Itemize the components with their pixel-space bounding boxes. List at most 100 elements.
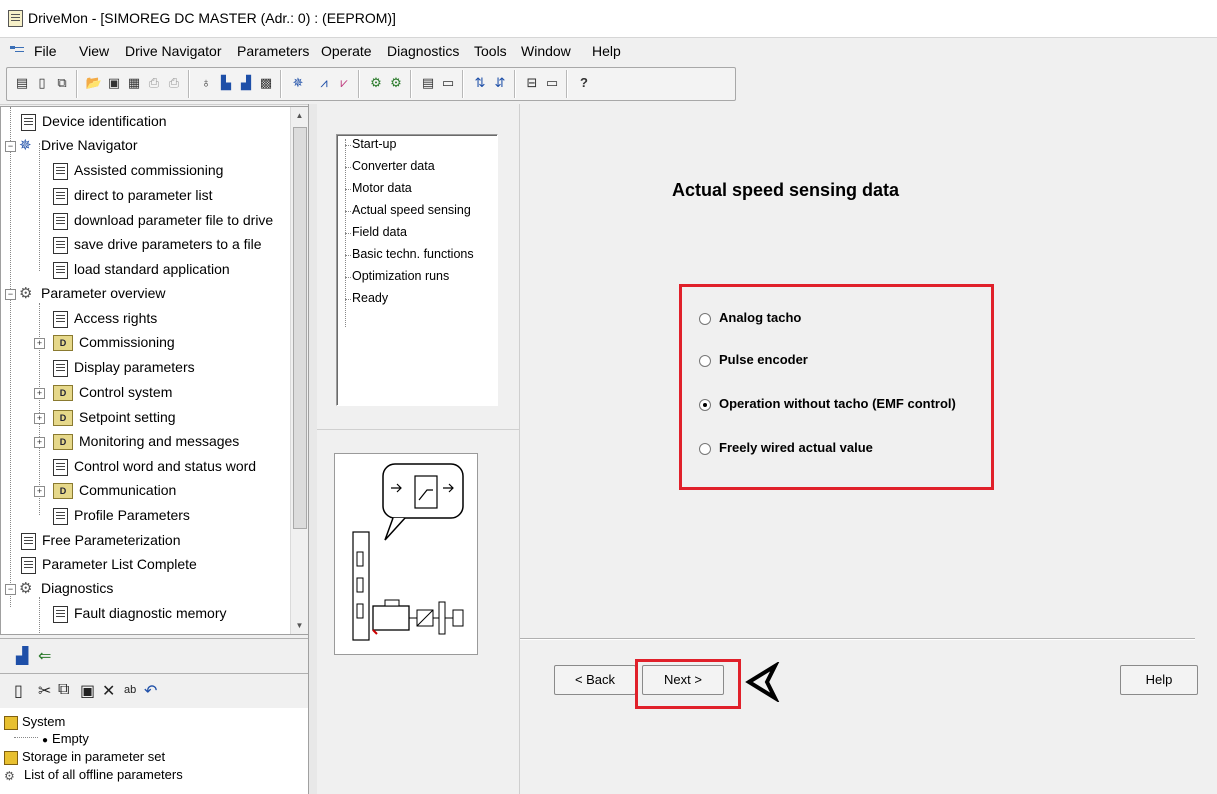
step-item[interactable]: Start-up <box>352 137 396 151</box>
tree-item[interactable]: direct to parameter list <box>53 183 213 207</box>
step-item-current[interactable]: Actual speed sensing <box>352 203 471 217</box>
tree-item[interactable]: D Monitoring and messages <box>53 429 239 453</box>
tree-item[interactable]: Control word and status word <box>53 454 256 478</box>
collapse-icon[interactable]: − <box>5 289 16 300</box>
tree-item[interactable]: Storage in parameter set <box>4 749 165 765</box>
menu-operate[interactable]: Operate <box>321 43 372 59</box>
tree-item[interactable]: Assisted commissioning <box>53 158 223 182</box>
tree-item[interactable]: save drive parameters to a file <box>53 232 262 256</box>
tree-item[interactable]: Parameter List Complete <box>21 552 197 576</box>
step-item[interactable]: Ready <box>352 291 388 305</box>
toolbar-separator <box>410 70 412 98</box>
tree-item[interactable]: download parameter file to drive <box>53 208 273 232</box>
open-folder-icon[interactable]: 📂 <box>84 73 104 93</box>
scroll-up-icon[interactable]: ▲ <box>291 107 308 124</box>
online-icon[interactable]: ▙ <box>216 73 236 93</box>
save-set-icon[interactable]: ▟ <box>16 646 28 666</box>
scroll-thumb[interactable] <box>293 127 307 529</box>
chart-icon[interactable]: ⩗ <box>334 73 354 93</box>
step-item[interactable]: Motor data <box>352 181 412 195</box>
download-icon[interactable]: ⇵ <box>490 73 510 93</box>
radio-button-selected-icon[interactable] <box>699 398 711 411</box>
diagnose2-icon[interactable]: ⚙ <box>386 73 406 93</box>
rename-icon[interactable]: ab <box>124 684 136 696</box>
radio-button-icon[interactable] <box>699 312 711 325</box>
list-icon[interactable]: ▤ <box>12 73 32 93</box>
tree-item[interactable]: D Setpoint setting <box>53 405 176 429</box>
new-icon[interactable]: ▯ <box>32 73 52 93</box>
collapse-icon[interactable]: − <box>5 584 16 595</box>
menu-drive-navigator[interactable]: Drive Navigator <box>125 43 221 59</box>
step-item[interactable]: Converter data <box>352 159 435 173</box>
tree-item[interactable]: ⚙ Diagnostics <box>19 576 113 600</box>
tree-item[interactable]: ✵ Drive Navigator <box>19 133 137 157</box>
expand-icon[interactable]: + <box>34 486 45 497</box>
tree-item[interactable]: ● Empty <box>42 731 89 746</box>
option-pulse-encoder[interactable]: Pulse encoder <box>699 352 808 367</box>
step-item[interactable]: Basic techn. functions <box>352 247 474 261</box>
upload-icon[interactable]: ⇅ <box>470 73 490 93</box>
trace-icon[interactable]: ⩘ <box>314 73 334 93</box>
tile-icon[interactable]: ⊟ <box>522 73 542 93</box>
properties-icon[interactable]: ▦ <box>124 73 144 93</box>
option-without-tacho[interactable]: Operation without tacho (EMF control) <box>699 396 956 411</box>
menu-view[interactable]: View <box>79 43 109 59</box>
undo-icon[interactable]: ↶ <box>144 681 157 701</box>
back-button[interactable]: < Back <box>554 665 636 695</box>
load-set-icon[interactable]: ⇐ <box>38 646 51 666</box>
tree-scrollbar[interactable]: ▲ ▼ <box>290 107 308 634</box>
tree-item[interactable]: System <box>4 714 65 730</box>
tree-item[interactable]: Device identification <box>21 109 167 133</box>
collapse-icon[interactable]: − <box>5 141 16 152</box>
tree-item[interactable]: load standard application <box>53 257 230 281</box>
expand-icon[interactable]: + <box>34 338 45 349</box>
menu-parameters[interactable]: Parameters <box>237 43 309 59</box>
scroll-down-icon[interactable]: ▼ <box>291 617 308 634</box>
copy-page-icon[interactable]: ⧉ <box>52 73 72 93</box>
tree-item[interactable]: Access rights <box>53 306 157 330</box>
expand-icon[interactable]: + <box>34 437 45 448</box>
tree-item[interactable]: ⚙ Parameter overview <box>19 281 166 305</box>
expand-icon[interactable]: + <box>34 413 45 424</box>
menu-help[interactable]: Help <box>592 43 621 59</box>
save-icon[interactable]: ▣ <box>104 73 124 93</box>
print-preview-icon[interactable]: ⎙ <box>164 73 184 93</box>
delete-icon[interactable]: ✕ <box>102 681 115 701</box>
paste-icon[interactable]: ▣ <box>80 681 95 701</box>
menu-diagnostics[interactable]: Diagnostics <box>387 43 459 59</box>
divider <box>317 429 520 430</box>
step-item[interactable]: Optimization runs <box>352 269 449 283</box>
tree-item[interactable]: ⚙ List of all offline parameters <box>4 767 183 784</box>
step-item[interactable]: Field data <box>352 225 407 239</box>
tree-item[interactable]: Profile Parameters <box>53 503 190 527</box>
help-icon[interactable]: ? <box>574 73 594 93</box>
window-icon[interactable]: ▭ <box>438 73 458 93</box>
print-icon[interactable]: ⎙ <box>144 73 164 93</box>
menu-window[interactable]: Window <box>521 43 571 59</box>
new-icon[interactable]: ▯ <box>14 681 23 701</box>
tree-item[interactable]: D Communication <box>53 478 176 502</box>
mdi-window-icon[interactable] <box>10 44 24 56</box>
tree-item[interactable]: D Commissioning <box>53 330 175 354</box>
radio-button-icon[interactable] <box>699 354 711 367</box>
network-icon[interactable]: ▩ <box>256 73 276 93</box>
radio-button-icon[interactable] <box>699 442 711 455</box>
expand-icon[interactable]: + <box>34 388 45 399</box>
menu-file[interactable]: File <box>34 43 57 59</box>
help-button[interactable]: Help <box>1120 665 1198 695</box>
copy-icon[interactable]: ⧉ <box>58 681 69 699</box>
offline-icon[interactable]: ▟ <box>236 73 256 93</box>
menu-tools[interactable]: Tools <box>474 43 507 59</box>
connect-icon[interactable]: ♁ <box>196 73 216 93</box>
diagnose-icon[interactable]: ⚙ <box>366 73 386 93</box>
tree-item[interactable]: Fault diagnostic memory <box>53 601 227 625</box>
tree-item[interactable]: Display parameters <box>53 355 195 379</box>
tree-item[interactable]: Free Parameterization <box>21 528 181 552</box>
option-freely-wired[interactable]: Freely wired actual value <box>699 440 873 455</box>
table-icon[interactable]: ▤ <box>418 73 438 93</box>
drive-navigator-icon[interactable]: ✵ <box>288 73 308 93</box>
tree-item[interactable]: D Control system <box>53 380 172 404</box>
cut-icon[interactable]: ✂ <box>38 681 51 701</box>
cascade-icon[interactable]: ▭ <box>542 73 562 93</box>
option-analog-tacho[interactable]: Analog tacho <box>699 310 801 325</box>
